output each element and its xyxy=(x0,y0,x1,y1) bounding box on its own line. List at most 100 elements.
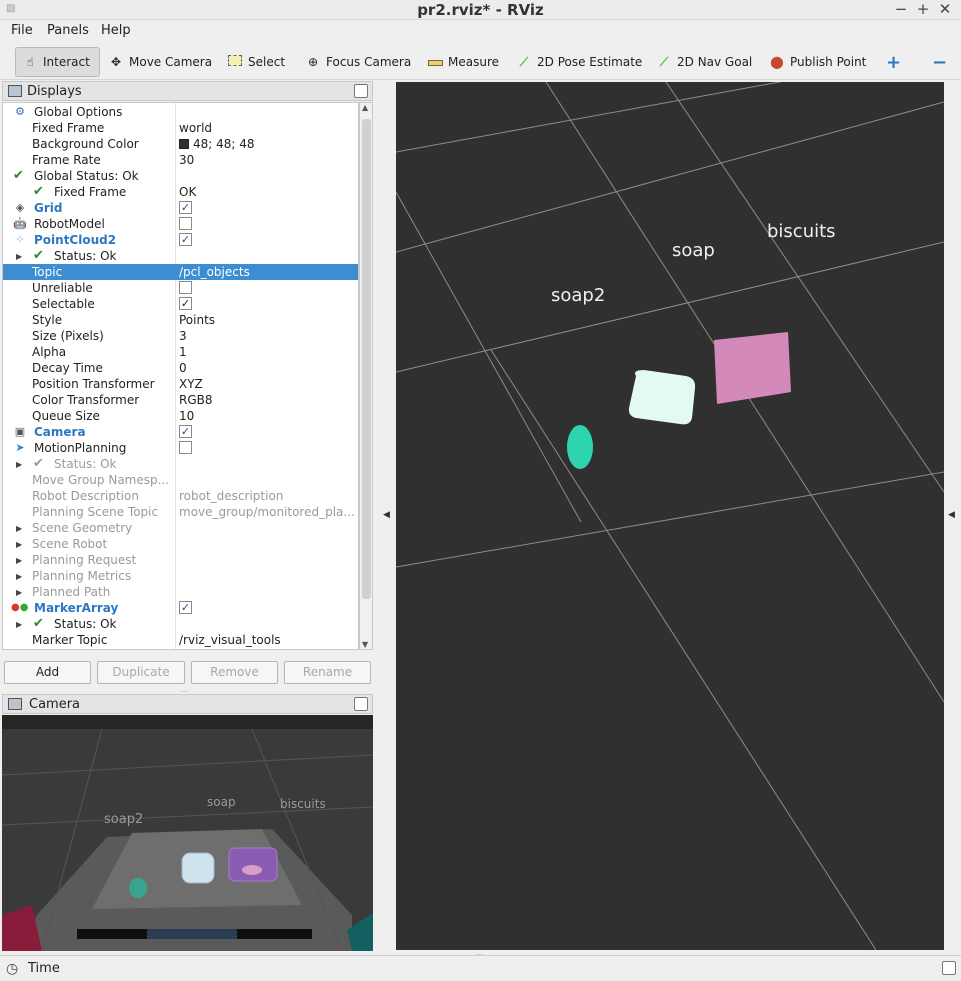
displays-tree[interactable]: ⚙ Global Options Fixed Frame world Backg… xyxy=(2,102,359,650)
row-value[interactable]: Points xyxy=(176,312,358,328)
collapse-right-icon[interactable]: ◀ xyxy=(948,510,955,520)
tree-row-pointcloud-status[interactable]: ▶ ✔ Status: Ok xyxy=(3,248,358,265)
tool-publish-point[interactable]: ⬤ Publish Point xyxy=(763,47,872,77)
rename-button[interactable]: Rename xyxy=(284,661,371,684)
panel-float-button[interactable] xyxy=(354,697,368,711)
row-value[interactable]: ✓ xyxy=(176,424,358,440)
tree-row-alpha[interactable]: Alpha 1 xyxy=(3,344,358,360)
menu-help[interactable]: Help xyxy=(101,23,131,38)
scrollbar-thumb[interactable] xyxy=(362,119,371,599)
tree-row-robotmodel[interactable]: 🤖 RobotModel xyxy=(3,216,358,232)
tree-row-background-color[interactable]: Background Color 48; 48; 48 xyxy=(3,136,358,152)
tree-row-global-options[interactable]: ⚙ Global Options xyxy=(3,104,358,120)
tree-row-fixed-frame-status[interactable]: ✔ Fixed Frame OK xyxy=(3,184,358,200)
tree-row-planning-metrics[interactable]: ▶ Planning Metrics xyxy=(3,568,358,584)
tree-row-decay-time[interactable]: Decay Time 0 xyxy=(3,360,358,376)
tree-row-style[interactable]: Style Points xyxy=(3,312,358,328)
tree-row-queue-size[interactable]: Queue Size 10 xyxy=(3,408,358,424)
tree-row-markerarray[interactable]: ●● MarkerArray ✓ xyxy=(3,600,358,616)
grid-checkbox[interactable]: ✓ xyxy=(179,201,192,214)
row-value[interactable]: 30 xyxy=(176,152,358,168)
tool-2d-nav-goal[interactable]: ⟋ 2D Nav Goal xyxy=(650,47,758,77)
panel-float-button[interactable] xyxy=(354,84,368,98)
menu-file[interactable]: File xyxy=(11,23,33,38)
row-value[interactable]: XYZ xyxy=(176,376,358,392)
tree-row-move-group-namespace[interactable]: Move Group Namesp... xyxy=(3,472,358,488)
row-value[interactable]: RGB8 xyxy=(176,392,358,408)
tree-row-camera[interactable]: ▣ Camera ✓ xyxy=(3,424,358,440)
scroll-down-icon[interactable]: ▼ xyxy=(362,640,368,649)
robotmodel-checkbox[interactable] xyxy=(179,217,192,230)
camera-checkbox[interactable]: ✓ xyxy=(179,425,192,438)
displays-scrollbar[interactable]: ▲ ▼ xyxy=(359,102,373,650)
tree-row-color-transformer[interactable]: Color Transformer RGB8 xyxy=(3,392,358,408)
tree-row-robot-description[interactable]: Robot Description robot_description xyxy=(3,488,358,504)
tool-move-camera[interactable]: ✥ Move Camera xyxy=(102,47,218,77)
minimize-icon[interactable]: − xyxy=(891,0,911,18)
row-value[interactable]: 3 xyxy=(176,328,358,344)
row-value[interactable]: move_group/monitored_pla... xyxy=(176,504,358,520)
menu-panels[interactable]: Panels xyxy=(47,23,89,38)
expand-arrow-icon[interactable]: ▶ xyxy=(16,249,22,265)
expand-arrow-icon[interactable]: ▶ xyxy=(16,617,22,633)
tree-row-selectable[interactable]: Selectable ✓ xyxy=(3,296,358,312)
selectable-checkbox[interactable]: ✓ xyxy=(179,297,192,310)
collapse-left-icon[interactable]: ◀ xyxy=(383,510,390,520)
tree-row-scene-robot[interactable]: ▶ Scene Robot xyxy=(3,536,358,553)
row-value[interactable]: 10 xyxy=(176,408,358,424)
camera-image-view[interactable]: soap2 soap biscuits xyxy=(2,715,373,951)
tool-interact[interactable]: ☝ Interact xyxy=(15,47,100,77)
markerarray-checkbox[interactable]: ✓ xyxy=(179,601,192,614)
tree-row-unreliable[interactable]: Unreliable xyxy=(3,280,358,296)
add-button[interactable]: Add xyxy=(4,661,91,684)
close-icon[interactable]: ✕ xyxy=(935,0,955,18)
tree-row-frame-rate[interactable]: Frame Rate 30 xyxy=(3,152,358,168)
row-value[interactable]: world xyxy=(176,120,358,136)
row-value[interactable]: ✓ xyxy=(176,200,358,216)
duplicate-button[interactable]: Duplicate xyxy=(97,661,185,684)
row-value[interactable]: /pcl_objects xyxy=(176,264,358,280)
render-3d-view[interactable]: soap biscuits soap2 xyxy=(396,82,944,950)
tree-row-fixed-frame[interactable]: Fixed Frame world xyxy=(3,120,358,136)
scroll-up-icon[interactable]: ▲ xyxy=(362,103,368,112)
panel-float-button[interactable] xyxy=(942,961,956,975)
row-value[interactable]: robot_description xyxy=(176,488,358,504)
maximize-icon[interactable]: + xyxy=(913,0,933,18)
expand-arrow-icon[interactable]: ▶ xyxy=(16,521,22,537)
tree-row-scene-geometry[interactable]: ▶ Scene Geometry xyxy=(3,520,358,537)
remove-button[interactable]: Remove xyxy=(191,661,278,684)
tree-row-markerarray-status[interactable]: ▶ ✔ Status: Ok xyxy=(3,616,358,633)
tree-row-global-status[interactable]: ✔ Global Status: Ok xyxy=(3,168,358,184)
add-tool-button[interactable]: + xyxy=(880,47,907,77)
tool-measure[interactable]: Measure xyxy=(421,47,505,77)
row-value[interactable] xyxy=(176,216,358,232)
row-value[interactable]: ✓ xyxy=(176,296,358,312)
tree-row-motionplanning-status[interactable]: ▶ ✔ Status: Ok xyxy=(3,456,358,472)
tree-row-grid[interactable]: ◈ Grid ✓ xyxy=(3,200,358,216)
row-value[interactable]: ✓ xyxy=(176,232,358,248)
motionplanning-checkbox[interactable] xyxy=(179,441,192,454)
tree-row-planning-request[interactable]: ▶ Planning Request xyxy=(3,552,358,569)
tree-row-planning-scene-topic[interactable]: Planning Scene Topic move_group/monitore… xyxy=(3,504,358,520)
tool-select[interactable]: Select xyxy=(221,47,291,77)
expand-arrow-icon[interactable]: ▶ xyxy=(16,537,22,553)
row-value[interactable]: /rviz_visual_tools xyxy=(176,632,358,648)
tree-row-pointcloud2[interactable]: ⁘ PointCloud2 ✓ xyxy=(3,232,358,248)
row-value[interactable]: 48; 48; 48 xyxy=(176,136,358,152)
tree-row-marker-topic[interactable]: Marker Topic /rviz_visual_tools xyxy=(3,632,358,648)
tree-row-topic[interactable]: Topic /pcl_objects xyxy=(3,264,358,280)
row-value[interactable]: ✓ xyxy=(176,600,358,616)
row-value[interactable] xyxy=(176,280,358,296)
expand-arrow-icon[interactable]: ▶ xyxy=(16,585,22,601)
expand-arrow-icon[interactable]: ▶ xyxy=(16,553,22,569)
tree-row-motionplanning[interactable]: ➤ MotionPlanning xyxy=(3,440,358,456)
tree-row-size-pixels[interactable]: Size (Pixels) 3 xyxy=(3,328,358,344)
unreliable-checkbox[interactable] xyxy=(179,281,192,294)
tool-focus-camera[interactable]: ⊕ Focus Camera xyxy=(299,47,417,77)
row-value[interactable]: 0 xyxy=(176,360,358,376)
row-value[interactable] xyxy=(176,440,358,456)
remove-tool-button[interactable]: − xyxy=(926,47,953,77)
tree-row-position-transformer[interactable]: Position Transformer XYZ xyxy=(3,376,358,392)
row-value[interactable]: 1 xyxy=(176,344,358,360)
tool-2d-pose-estimate[interactable]: ⟋ 2D Pose Estimate xyxy=(510,47,648,77)
